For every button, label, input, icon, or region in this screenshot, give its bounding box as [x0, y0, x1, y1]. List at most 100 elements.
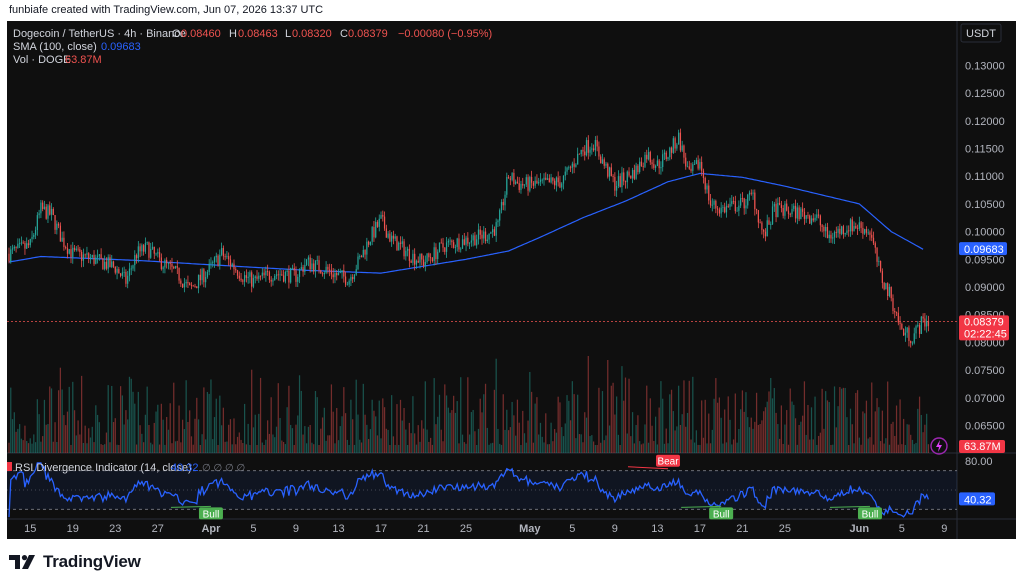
candle-body: [539, 179, 542, 182]
candle-body: [897, 312, 899, 323]
volume-bar: [842, 387, 845, 453]
candle-body: [47, 205, 49, 219]
candle-body: [685, 157, 687, 167]
volume-bar: [421, 420, 423, 453]
candle-body: [715, 200, 717, 209]
candle-body: [105, 261, 108, 269]
candle-body: [784, 203, 786, 216]
candle-body: [412, 253, 414, 263]
candle-body: [68, 249, 70, 254]
volume-bar: [571, 381, 573, 453]
candle-body: [281, 274, 283, 276]
volume-bar: [545, 413, 547, 453]
candle-body: [189, 283, 191, 286]
volume-bar: [451, 410, 453, 453]
candle-body: [778, 202, 781, 205]
volume-bar: [166, 416, 168, 453]
volume-bar: [54, 422, 56, 453]
candle-body: [125, 271, 127, 284]
volume-bar: [415, 444, 418, 453]
candle-body: [727, 205, 729, 207]
volume-bar: [587, 355, 589, 453]
candle-body: [841, 226, 843, 234]
volume-bar: [803, 381, 806, 453]
candle-body: [541, 179, 543, 181]
volume-bar: [405, 429, 407, 453]
chart-panel[interactable]: Bull Bear Bull Bull Dogecoin / TetherUS · 4…: [7, 21, 1016, 539]
volume-bar: [837, 406, 839, 453]
candle-body: [84, 254, 86, 256]
volume-bar: [798, 424, 800, 453]
candle-body: [245, 275, 248, 278]
volume-bar: [194, 418, 196, 453]
candle-body: [291, 267, 294, 269]
volume-bar: [243, 403, 246, 453]
candle-body: [254, 276, 256, 278]
candle-body: [288, 270, 290, 283]
volume-bar: [332, 411, 334, 453]
candle-body: [399, 242, 402, 244]
volume-bar: [88, 428, 90, 453]
volume-bar: [782, 443, 784, 453]
candle-body: [731, 201, 733, 204]
candle-body: [75, 248, 77, 251]
candle-body: [385, 228, 387, 238]
rsi-placeholders: ∅ ∅ ∅ ∅: [202, 463, 245, 474]
candle-body: [552, 177, 554, 181]
candle-body: [34, 230, 37, 235]
volume-bar: [11, 419, 14, 453]
volume-bar: [45, 424, 47, 453]
volume-bar: [621, 366, 623, 453]
volume-bar: [543, 442, 545, 453]
volume-bar: [910, 434, 912, 453]
volume-bar: [835, 427, 837, 453]
volume-bar: [715, 378, 717, 453]
candle-body: [803, 211, 806, 219]
volume-bar: [577, 394, 579, 453]
candle-body: [187, 282, 189, 284]
volume-bar: [860, 444, 862, 453]
candle-body: [73, 247, 76, 251]
volume-bar: [541, 436, 543, 453]
volume-bar: [658, 407, 660, 453]
chart-svg[interactable]: Bull Bear Bull Bull Dogecoin / TetherUS · 4…: [7, 21, 1016, 539]
candle-body: [229, 259, 232, 266]
volume-bar: [392, 436, 395, 453]
volume-bar: [878, 407, 880, 453]
candle-body: [692, 164, 694, 171]
candle-body: [112, 261, 115, 267]
volume-bar: [885, 438, 887, 453]
volume-bar: [222, 407, 224, 453]
candle-body: [339, 272, 341, 274]
candle-body: [851, 219, 853, 232]
candle-body: [321, 273, 324, 275]
candle-body: [463, 239, 465, 245]
volume-bar: [525, 442, 527, 453]
volume-bar: [350, 399, 352, 453]
candle-body: [91, 254, 93, 258]
candle-body: [842, 226, 845, 235]
volume-bar: [199, 444, 201, 453]
volume-bar: [566, 395, 568, 453]
volume-bar: [56, 442, 58, 453]
volume-bar: [366, 424, 368, 453]
candle-body: [883, 282, 885, 290]
volume-bar: [146, 386, 148, 453]
volume-bar: [669, 394, 671, 453]
volume-bar: [43, 399, 46, 453]
candle-body: [320, 270, 322, 274]
candle-body: [743, 198, 745, 209]
candle-body: [617, 176, 620, 187]
volume-bar: [352, 419, 354, 453]
volume-bar: [766, 401, 768, 453]
volume-bar: [178, 405, 180, 453]
volume-bar: [282, 441, 285, 453]
candle-body: [467, 237, 469, 244]
volume-bar: [530, 391, 533, 453]
candle-body: [667, 157, 669, 160]
volume-bar: [112, 422, 115, 453]
candle-body: [440, 242, 442, 244]
candle-body: [522, 183, 524, 186]
candle-body: [518, 183, 520, 191]
close-label: C: [340, 28, 348, 40]
